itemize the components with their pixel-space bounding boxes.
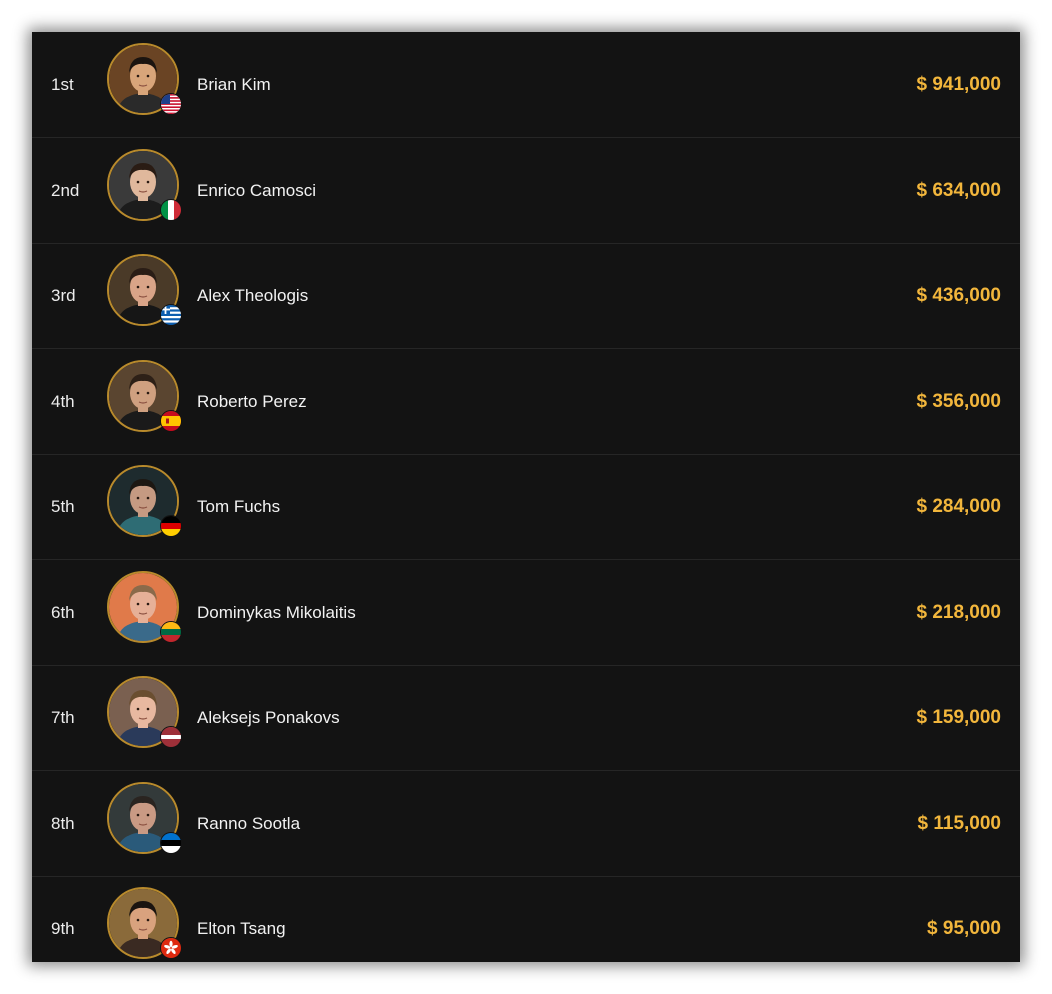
result-row: 1st Brian Kim $ 941,000 bbox=[32, 32, 1020, 138]
prize-amount: $ 356,000 bbox=[916, 390, 1001, 412]
flag-it-icon bbox=[160, 198, 182, 221]
flag-lt-icon bbox=[160, 620, 182, 643]
rank-label: 2nd bbox=[51, 180, 80, 200]
payout-results-panel: 1st Brian Kim $ 941,000 2nd Enrico Camosci $ … bbox=[32, 32, 1020, 962]
flag-de-icon bbox=[160, 515, 182, 537]
prize-amount: $ 218,000 bbox=[916, 601, 1001, 623]
prize-amount: $ 95,000 bbox=[927, 918, 1001, 939]
result-row: 8th Ranno Sootla $ 115,000 bbox=[32, 771, 1020, 877]
result-row: 5th Tom Fuchs $ 284,000 bbox=[32, 454, 1020, 560]
rank-label: 1st bbox=[51, 75, 74, 94]
player-name: Elton Tsang bbox=[197, 919, 286, 938]
result-row: 7th Aleksejs Ponakovs $ 159,000 bbox=[32, 665, 1020, 771]
rank-label: 9th bbox=[51, 919, 75, 938]
rank-label: 6th bbox=[51, 602, 75, 622]
rank-label: 8th bbox=[51, 813, 75, 833]
result-row: 4th Roberto Perez $ 356,000 bbox=[32, 349, 1020, 455]
rank-label: 4th bbox=[51, 391, 75, 411]
flag-gr-icon bbox=[160, 304, 182, 326]
prize-amount: $ 284,000 bbox=[916, 496, 1001, 517]
rank-label: 3rd bbox=[51, 286, 76, 305]
player-name: Alex Theologis bbox=[197, 286, 309, 305]
flag-ee-icon bbox=[160, 831, 182, 854]
player-name: Tom Fuchs bbox=[197, 497, 281, 516]
prize-amount: $ 634,000 bbox=[916, 179, 1001, 201]
flag-hk-icon bbox=[160, 937, 182, 959]
player-name: Aleksejs Ponakovs bbox=[197, 708, 340, 727]
flag-es-icon bbox=[160, 409, 182, 432]
flag-us-icon bbox=[160, 93, 182, 115]
result-row: 9th Elton Tsang $ 95,000 bbox=[32, 876, 1020, 962]
player-name: Roberto Perez bbox=[197, 391, 307, 411]
rank-label: 5th bbox=[51, 497, 75, 516]
player-name: Brian Kim bbox=[197, 75, 271, 94]
result-row: 3rd Alex Theologis $ 436,000 bbox=[32, 243, 1020, 349]
player-name: Enrico Camosci bbox=[197, 180, 317, 200]
player-name: Ranno Sootla bbox=[197, 813, 301, 833]
player-name: Dominykas Mikolaitis bbox=[197, 602, 356, 622]
prize-amount: $ 159,000 bbox=[916, 707, 1001, 728]
result-row: 2nd Enrico Camosci $ 634,000 bbox=[32, 138, 1020, 244]
result-row: 6th Dominykas Mikolaitis $ 218,000 bbox=[32, 560, 1020, 666]
prize-amount: $ 941,000 bbox=[916, 74, 1001, 95]
prize-amount: $ 436,000 bbox=[916, 285, 1001, 306]
flag-lv-icon bbox=[160, 726, 182, 748]
prize-amount: $ 115,000 bbox=[917, 812, 1001, 834]
rank-label: 7th bbox=[51, 708, 75, 727]
